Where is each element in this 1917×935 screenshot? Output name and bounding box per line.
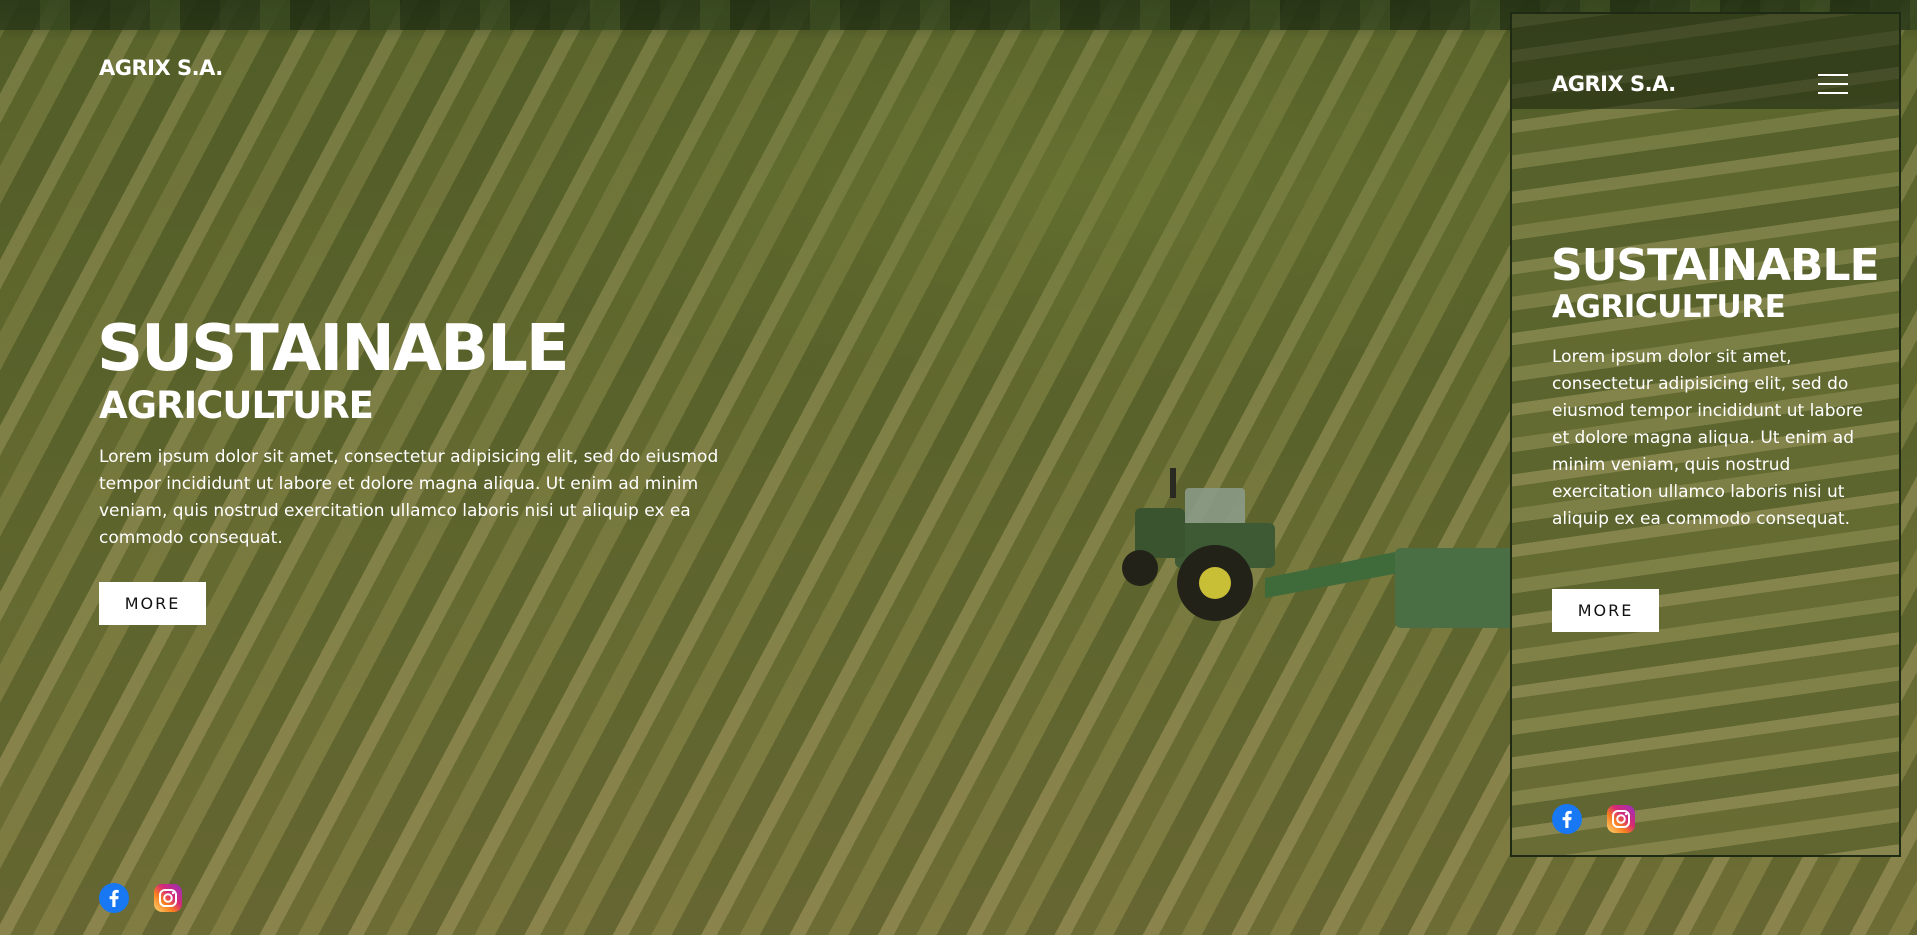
hero-subtitle: AGRICULTURE	[99, 384, 374, 427]
instagram-icon[interactable]	[153, 883, 183, 913]
brand-logo[interactable]: AGRIX S.A.	[99, 56, 223, 80]
mobile-hero-subtitle: AGRICULTURE	[1552, 289, 1786, 325]
hamburger-menu-icon[interactable]	[1818, 72, 1850, 96]
mobile-hero-description: Lorem ipsum dolor sit amet, consectetur …	[1552, 347, 1863, 529]
facebook-icon[interactable]	[99, 883, 129, 913]
hero-description: Lorem ipsum dolor sit amet, consectetur …	[99, 447, 719, 548]
facebook-icon[interactable]	[1552, 804, 1582, 834]
landing-page: AGRIX S.A. SUSTAINABLE AGRICULTURE Lorem…	[0, 0, 1917, 935]
mobile-brand-logo[interactable]: AGRIX S.A.	[1552, 72, 1676, 96]
social-links	[99, 883, 183, 913]
tractor-image	[1122, 468, 1515, 628]
mobile-social-links	[1552, 804, 1636, 834]
hero-title: SUSTAINABLE	[97, 312, 570, 386]
mobile-hero-title: SUSTAINABLE	[1551, 240, 1880, 291]
mobile-preview: AGRIX S.A. SUSTAINABLE AGRICULTURE Lorem…	[1510, 12, 1901, 857]
mobile-more-button[interactable]: MORE	[1552, 589, 1659, 632]
more-button[interactable]: MORE	[99, 582, 206, 625]
instagram-icon[interactable]	[1606, 804, 1636, 834]
